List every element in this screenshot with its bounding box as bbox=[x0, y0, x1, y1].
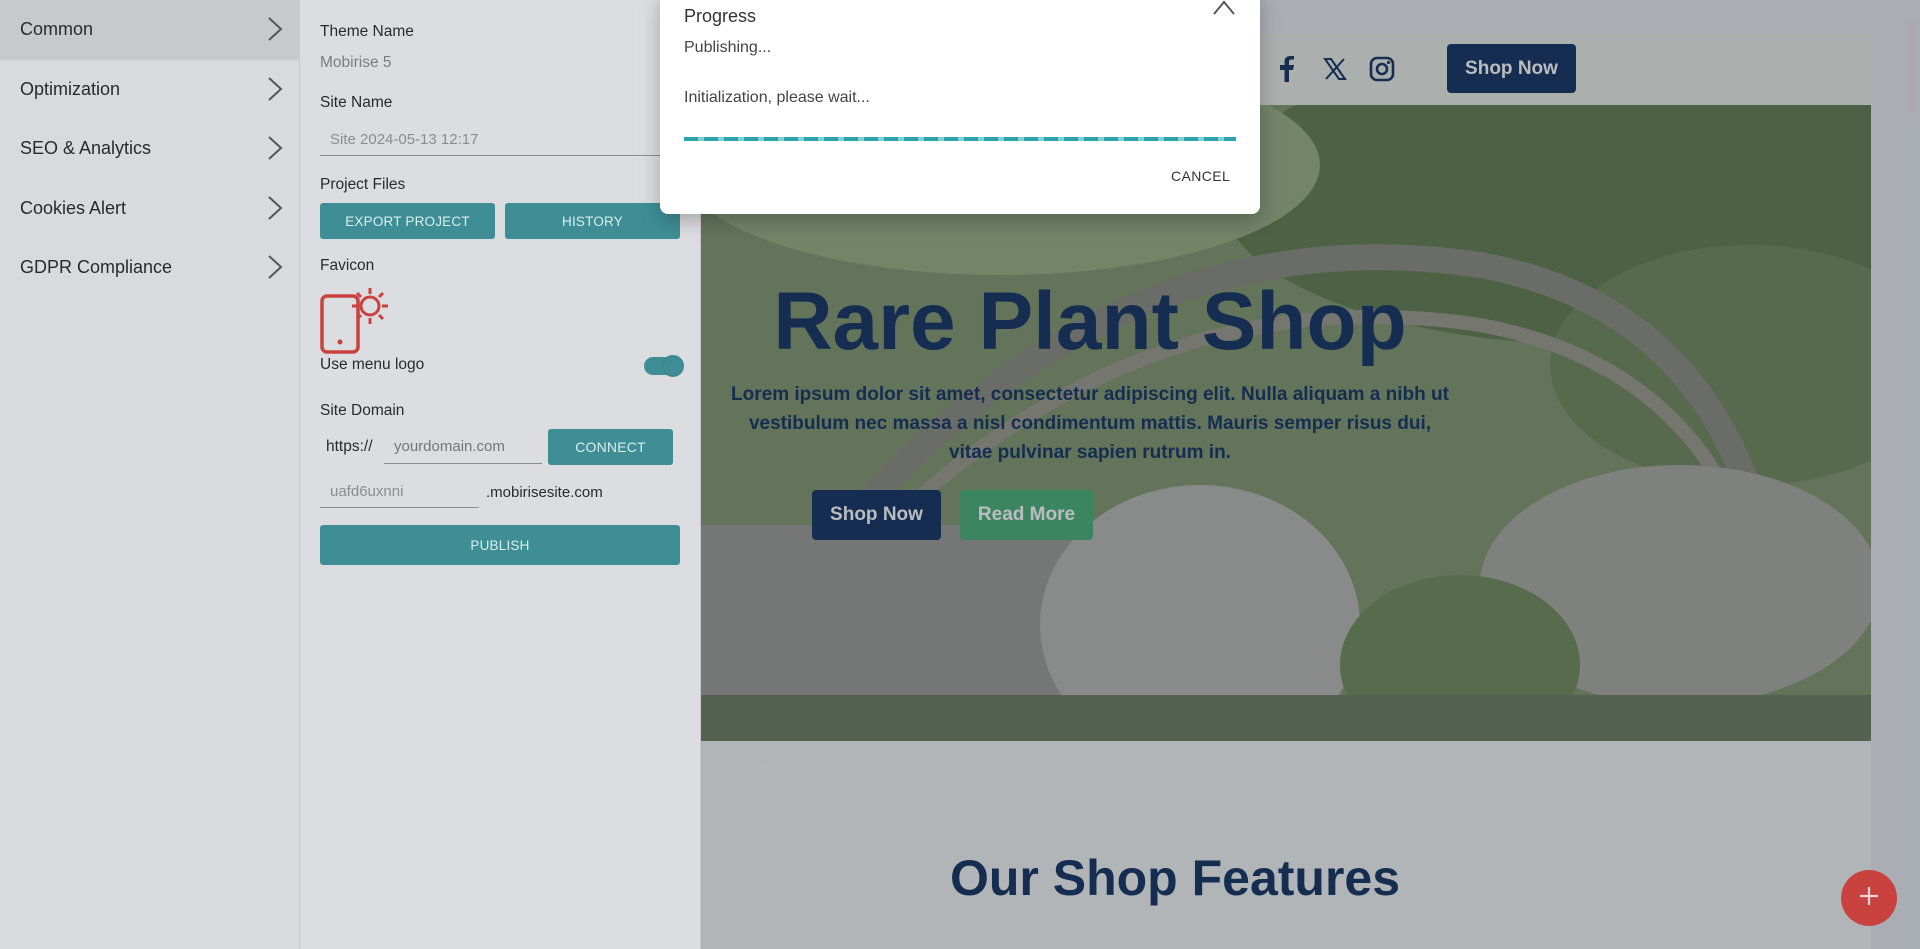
domain-input[interactable] bbox=[384, 430, 542, 464]
settings-menu: Common Optimization SEO & Analytics Cook… bbox=[0, 0, 300, 949]
add-block-button[interactable] bbox=[1841, 870, 1897, 926]
chevron-right-icon bbox=[267, 16, 283, 47]
use-menu-logo-toggle[interactable] bbox=[644, 355, 684, 377]
chevron-right-icon bbox=[267, 135, 283, 166]
phone-favicon-icon[interactable] bbox=[320, 286, 388, 359]
favicon-label: Favicon bbox=[320, 257, 375, 274]
use-menu-logo-label: Use menu logo bbox=[320, 356, 425, 373]
project-files-label: Project Files bbox=[320, 176, 406, 193]
chevron-right-icon bbox=[267, 195, 283, 226]
menu-item-common[interactable]: Common bbox=[0, 0, 299, 60]
progress-bar bbox=[684, 137, 1236, 141]
settings-panel: Theme Name Mobirise 5 Site Name Site 202… bbox=[300, 0, 701, 949]
publishing-status: Publishing... bbox=[684, 39, 772, 56]
menu-item-gdpr-compliance[interactable]: GDPR Compliance bbox=[0, 238, 299, 298]
theme-name-value: Mobirise 5 bbox=[320, 54, 392, 71]
progress-dialog: Progress Publishing... Initialization, p… bbox=[660, 0, 1260, 214]
menu-item-optimization[interactable]: Optimization bbox=[0, 60, 299, 120]
theme-name-label: Theme Name bbox=[320, 23, 414, 40]
history-button[interactable]: HISTORY bbox=[505, 203, 680, 239]
close-icon[interactable] bbox=[1211, 0, 1237, 16]
progress-bar-fill bbox=[684, 137, 1236, 141]
menu-item-label: Cookies Alert bbox=[20, 197, 127, 218]
menu-item-label: SEO & Analytics bbox=[20, 138, 152, 159]
dialog-title: Progress bbox=[684, 6, 757, 26]
connect-button[interactable]: CONNECT bbox=[548, 429, 673, 465]
site-name-label: Site Name bbox=[320, 94, 393, 111]
site-name-field[interactable]: Site 2024-05-13 12:17 bbox=[320, 124, 701, 156]
subdomain-suffix: .mobirisesite.com bbox=[486, 484, 603, 501]
menu-item-label: Optimization bbox=[20, 78, 121, 99]
site-domain-label: Site Domain bbox=[320, 402, 405, 419]
export-project-button[interactable]: EXPORT PROJECT bbox=[320, 203, 495, 239]
page-scrollbar[interactable] bbox=[1908, 18, 1916, 113]
protocol-label: https:// bbox=[326, 438, 373, 455]
cancel-button[interactable]: CANCEL bbox=[1171, 168, 1230, 184]
menu-item-label: Common bbox=[20, 19, 94, 40]
menu-item-cookies-alert[interactable]: Cookies Alert bbox=[0, 179, 299, 239]
menu-item-label: GDPR Compliance bbox=[20, 257, 173, 278]
chevron-right-icon bbox=[267, 76, 283, 107]
initialization-status: Initialization, please wait... bbox=[684, 89, 870, 106]
publish-button[interactable]: PUBLISH bbox=[320, 525, 680, 565]
chevron-right-icon bbox=[267, 254, 283, 285]
subdomain-field[interactable]: uafd6uxnni bbox=[320, 476, 479, 508]
plus-icon bbox=[1858, 885, 1880, 912]
toggle-knob bbox=[662, 355, 684, 377]
menu-item-seo-analytics[interactable]: SEO & Analytics bbox=[0, 119, 299, 179]
